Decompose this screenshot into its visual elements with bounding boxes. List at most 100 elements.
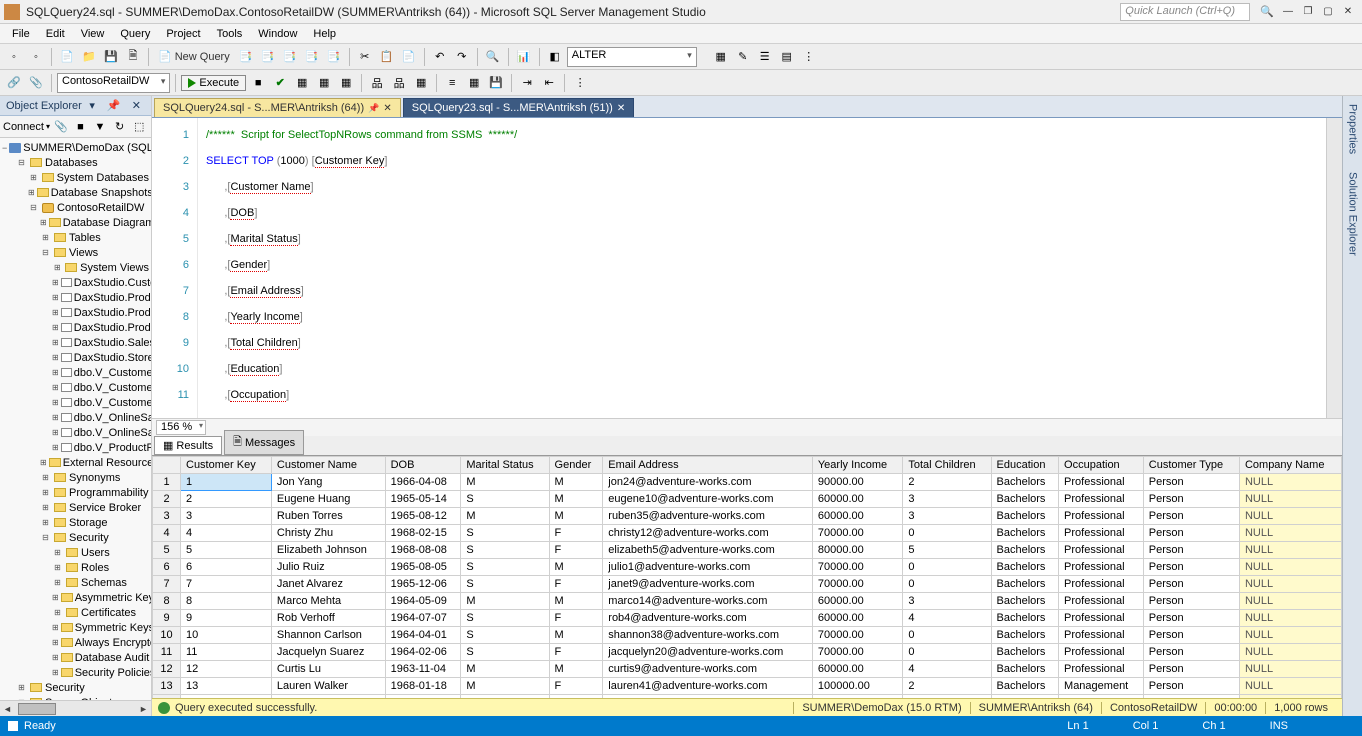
properties-tab[interactable]: Properties — [1345, 100, 1361, 158]
editor-tab[interactable]: SQLQuery23.sql - S...MER\Antriksh (51))✕ — [403, 98, 635, 117]
tree-node[interactable]: ⊞System Views — [0, 260, 151, 275]
editor-vscrollbar[interactable] — [1326, 118, 1342, 418]
save-all-button[interactable]: 🗎 — [123, 47, 143, 67]
tree-node[interactable]: ⊞dbo.V_Custome — [0, 395, 151, 410]
table-row[interactable]: 44Christy Zhu1968-02-15SFchristy12@adven… — [153, 525, 1342, 542]
grid-header[interactable]: Education — [991, 457, 1059, 474]
tree-node[interactable]: ⊞dbo.V_OnlineSa — [0, 425, 151, 440]
grid-header[interactable] — [153, 457, 181, 474]
client-stats-button[interactable]: ▦ — [411, 73, 431, 93]
tool-btn-4[interactable]: ▤ — [777, 47, 797, 67]
table-row[interactable]: 1212Curtis Lu1963-11-04MMcurtis9@adventu… — [153, 661, 1342, 678]
messages-tab[interactable]: 🗎 Messages — [224, 430, 304, 455]
stop-button[interactable]: ■ — [248, 73, 268, 93]
live-stats-button[interactable]: 品 — [389, 73, 409, 93]
object-tree[interactable]: −SUMMER\DemoDax (SQL Serv ⊟Databases ⊞Sys… — [0, 138, 151, 700]
table-row[interactable]: 22Eugene Huang1965-05-14SMeugene10@adven… — [153, 491, 1342, 508]
grid-header[interactable]: Gender — [549, 457, 603, 474]
forward-button[interactable]: ◦ — [26, 47, 46, 67]
filter-button[interactable]: ▼ — [91, 117, 109, 137]
execute-button[interactable]: Execute — [181, 75, 246, 91]
tree-node[interactable]: ⊞External Resources — [0, 455, 151, 470]
tree-node[interactable]: ⊞Users — [0, 545, 151, 560]
save-button[interactable]: 💾 — [101, 47, 121, 67]
results-grid-button[interactable]: ▦ — [464, 73, 484, 93]
grid-header[interactable]: Company Name — [1239, 457, 1341, 474]
tree-node[interactable]: ⊟Security — [0, 530, 151, 545]
tree-node[interactable]: ⊞Programmability — [0, 485, 151, 500]
table-row[interactable]: 1414Ian Jenkins1968-08-06MMian47@adventu… — [153, 695, 1342, 699]
panel-dropdown-icon[interactable]: ▾ — [85, 99, 99, 112]
tree-node[interactable]: ⊞dbo.V_Custome — [0, 365, 151, 380]
results-tab[interactable]: ▦ Results — [154, 436, 222, 455]
tree-node[interactable]: ⊞Security Policies — [0, 665, 151, 680]
tree-node[interactable]: ⊞Database Audit — [0, 650, 151, 665]
paste-button[interactable]: 📄 — [399, 47, 419, 67]
tree-hscrollbar[interactable]: ◄ ► — [0, 700, 151, 716]
menu-window[interactable]: Window — [250, 26, 305, 42]
restore-button[interactable]: ❐ — [1298, 3, 1318, 21]
close-button[interactable]: ✕ — [1338, 3, 1358, 21]
tool-btn-2[interactable]: ✎ — [733, 47, 753, 67]
grid-header[interactable]: Customer Type — [1143, 457, 1239, 474]
tree-node[interactable]: ⊞Security — [0, 680, 151, 695]
xmla-query-button[interactable]: 📑 — [324, 47, 344, 67]
tree-node[interactable]: ⊞dbo.V_ProductF — [0, 440, 151, 455]
minimize-button[interactable]: — — [1278, 3, 1298, 21]
tree-node[interactable]: ⊞Symmetric Keys — [0, 620, 151, 635]
open-button[interactable]: 📁 — [79, 47, 99, 67]
change-conn-button[interactable]: 📎 — [26, 73, 46, 93]
menu-help[interactable]: Help — [305, 26, 344, 42]
tree-node[interactable]: ⊞dbo.V_OnlineSa — [0, 410, 151, 425]
grid-header[interactable]: Occupation — [1059, 457, 1144, 474]
new-item-button[interactable]: 📄 — [57, 47, 77, 67]
tab-close-icon[interactable]: ✕ — [383, 103, 391, 114]
table-row[interactable]: 1111Jacquelyn Suarez1964-02-06SFjacquely… — [153, 644, 1342, 661]
tool-btn-5[interactable]: ⋮ — [799, 47, 819, 67]
refresh-button[interactable]: ↻ — [111, 117, 129, 137]
actual-plan-button[interactable]: 品 — [367, 73, 387, 93]
connect-button[interactable]: Connect — [3, 121, 44, 133]
undo-button[interactable]: ↶ — [430, 47, 450, 67]
parse-button[interactable]: ✔ — [270, 73, 290, 93]
as-query-button[interactable]: 📑 — [258, 47, 278, 67]
quick-launch-input[interactable]: Quick Launch (Ctrl+Q) — [1120, 3, 1250, 21]
panel-close-icon[interactable]: ✕ — [128, 99, 145, 112]
results-text-button[interactable]: ≡ — [442, 73, 462, 93]
sql-editor[interactable]: 1234567891011 /****** Script for SelectT… — [152, 118, 1342, 418]
solution-explorer-tab[interactable]: Solution Explorer — [1345, 168, 1361, 260]
stop-conn-button[interactable]: ■ — [72, 117, 90, 137]
grid-header[interactable]: Email Address — [603, 457, 813, 474]
dmx-query-button[interactable]: 📑 — [302, 47, 322, 67]
grid-header[interactable]: Customer Name — [271, 457, 385, 474]
results-file-button[interactable]: 💾 — [486, 73, 506, 93]
comment-button[interactable]: ◧ — [545, 47, 565, 67]
redo-button[interactable]: ↷ — [452, 47, 472, 67]
tree-node[interactable]: ⊞Asymmetric Key — [0, 590, 151, 605]
tree-node[interactable]: ⊞Always Encrypte — [0, 635, 151, 650]
sync-button[interactable]: ⬚ — [130, 117, 148, 137]
outdent-button[interactable]: ⇤ — [539, 73, 559, 93]
table-row[interactable]: 1010Shannon Carlson1964-04-01SMshannon38… — [153, 627, 1342, 644]
find-button[interactable]: 🔍 — [483, 47, 503, 67]
tree-node[interactable]: ⊞Database Diagrams — [0, 215, 151, 230]
back-button[interactable]: ◦ — [4, 47, 24, 67]
tree-node[interactable]: ⊞Certificates — [0, 605, 151, 620]
cut-button[interactable]: ✂ — [355, 47, 375, 67]
tree-root[interactable]: −SUMMER\DemoDax (SQL Serv — [0, 140, 151, 155]
grid-header[interactable]: Customer Key — [181, 457, 272, 474]
grid-header[interactable]: Yearly Income — [812, 457, 902, 474]
panel-pin-icon[interactable]: 📌 — [103, 99, 125, 112]
mdx-query-button[interactable]: 📑 — [280, 47, 300, 67]
grid-header[interactable]: Total Children — [903, 457, 991, 474]
tree-node[interactable]: ⊟Databases — [0, 155, 151, 170]
tree-node[interactable]: ⊞DaxStudio.Sales — [0, 335, 151, 350]
menu-view[interactable]: View — [73, 26, 113, 42]
table-row[interactable]: 66Julio Ruiz1965-08-05SMjulio1@adventure… — [153, 559, 1342, 576]
grid-header[interactable]: Marital Status — [461, 457, 549, 474]
tab-close-icon[interactable]: ✕ — [617, 103, 625, 114]
menu-query[interactable]: Query — [112, 26, 158, 42]
table-row[interactable]: 88Marco Mehta1964-05-09MMmarco14@adventu… — [153, 593, 1342, 610]
table-row[interactable]: 99Rob Verhoff1964-07-07SFrob4@adventure-… — [153, 610, 1342, 627]
tree-node[interactable]: ⊞DaxStudio.Prod — [0, 305, 151, 320]
